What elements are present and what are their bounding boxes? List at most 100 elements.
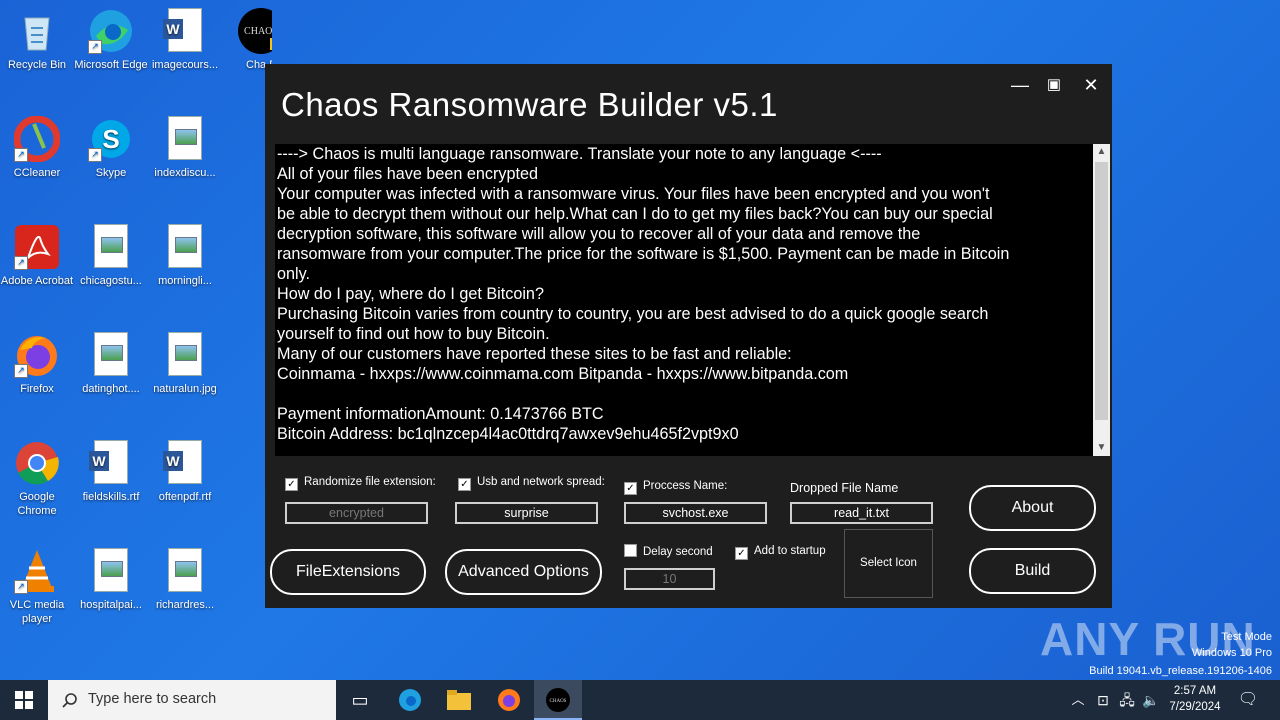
desktop-icon-morningli[interactable]: morningli...	[148, 224, 222, 288]
extension-input[interactable]: encrypted	[285, 502, 428, 524]
word-doc-icon: W	[162, 8, 208, 54]
usb-spread-checkbox[interactable]: ✓ Usb and network spread:	[458, 476, 605, 491]
close-button[interactable]: ✕	[1076, 74, 1106, 96]
image-file-icon	[162, 332, 208, 378]
build-button[interactable]: Build	[969, 548, 1096, 594]
note-line: be able to decrypt them without our help…	[277, 205, 993, 223]
test-mode-text: Test Mode	[1221, 631, 1272, 643]
checkmark-icon: ✓	[735, 547, 748, 560]
word-doc-icon: W	[88, 440, 134, 486]
process-name-input[interactable]: svchost.exe	[624, 502, 767, 524]
checkmark-icon: ✓	[458, 478, 471, 491]
scroll-up-icon[interactable]: ▲	[1093, 144, 1110, 160]
note-line: All of your files have been encrypted	[277, 165, 538, 183]
skype-icon: S ↗	[88, 116, 134, 162]
ransom-note-textarea[interactable]: ----> Chaos is multi language ransomware…	[275, 144, 1093, 456]
spread-name-input[interactable]: surprise	[455, 502, 598, 524]
select-icon-button[interactable]: Select Icon	[844, 529, 933, 598]
network-icon[interactable]: 🖧	[1116, 680, 1138, 720]
checkmark-icon: ✓	[624, 482, 637, 495]
build-text: Build 19041.vb_release.191206-1406	[1089, 665, 1272, 677]
taskbar-chaos-icon[interactable]: CHAOS	[534, 680, 582, 720]
about-button[interactable]: About	[969, 485, 1096, 531]
chaos-builder-window: Chaos Ransomware Builder v5.1 — ▣ ✕ ----…	[265, 64, 1112, 608]
dropped-file-label: Dropped File Name	[790, 481, 899, 495]
desktop-icon-chicagostu[interactable]: chicagostu...	[74, 224, 148, 288]
note-line: only.	[277, 265, 310, 283]
volume-icon[interactable]: 🔈	[1140, 680, 1162, 720]
add-to-startup-checkbox[interactable]: ✓ Add to startup	[735, 545, 826, 560]
desktop-icon-chrome[interactable]: Google Chrome	[0, 440, 74, 518]
maximize-button[interactable]: ▣	[1039, 74, 1069, 96]
image-file-icon	[162, 116, 208, 162]
desktop-icon-oftenpdf[interactable]: W oftenpdf.rtf	[148, 440, 222, 504]
svg-text:CHAOS: CHAOS	[244, 26, 272, 37]
note-line: Bitcoin Address: bc1qlnzcep4l4ac0ttdrq7a…	[277, 425, 739, 443]
dropped-file-input[interactable]: read_it.txt	[790, 502, 933, 524]
desktop-icon-fieldskills[interactable]: W fieldskills.rtf	[74, 440, 148, 504]
scroll-down-icon[interactable]: ▼	[1093, 440, 1110, 456]
taskbar-search-box[interactable]: Type here to search	[48, 680, 336, 720]
task-view-icon[interactable]: ▭	[336, 680, 384, 720]
scroll-thumb[interactable]	[1095, 162, 1108, 420]
ccleaner-icon: ↗	[13, 115, 61, 163]
notifications-icon[interactable]: 🗨	[1232, 680, 1264, 720]
taskbar: Type here to search ▭ CHAOS ︿ ⊡ 🖧 🔈 🗨	[0, 680, 1280, 720]
desktop-icon-chaos[interactable]: CHAOS Cha Ransom	[224, 8, 272, 72]
chevron-up-icon[interactable]: ︿	[1066, 680, 1090, 720]
desktop-icon-recycle-bin[interactable]: Recycle Bin	[0, 8, 74, 72]
advanced-options-button[interactable]: Advanced Options	[445, 549, 602, 595]
taskbar-clock[interactable]: 2:57 AM 7/29/2024	[1162, 683, 1228, 715]
note-line: Coinmama - hxxps://www.coinmama.com Bitp…	[277, 365, 849, 383]
image-file-icon	[162, 548, 208, 594]
note-line: Your computer was infected with a ransom…	[277, 185, 990, 203]
note-line: ransomware from your computer.The price …	[277, 245, 1010, 263]
clock-date: 7/29/2024	[1169, 701, 1221, 713]
process-name-checkbox[interactable]: ✓ Proccess Name:	[624, 480, 727, 495]
device-icon[interactable]: ⊡	[1092, 680, 1114, 720]
desktop-icon-richardres[interactable]: richardres...	[148, 548, 222, 612]
desktop-icon-datinghot[interactable]: datinghot....	[74, 332, 148, 396]
note-scrollbar[interactable]: ▲ ▼	[1093, 144, 1110, 456]
search-icon	[62, 693, 77, 708]
vlc-icon: ↗	[14, 548, 60, 594]
chrome-icon	[14, 440, 60, 486]
desktop-icon-imagecours[interactable]: W imagecours...	[148, 8, 222, 72]
desktop-icon-ccleaner[interactable]: ↗ CCleaner	[0, 115, 74, 180]
desktop-icon-indexdiscu[interactable]: indexdiscu...	[148, 116, 222, 180]
minimize-button[interactable]: —	[1005, 74, 1035, 96]
desktop-icon-acrobat[interactable]: ↗ Adobe Acrobat	[0, 224, 74, 288]
desktop-icon-firefox[interactable]: ↗ Firefox	[0, 332, 74, 396]
firefox-icon: ↗	[14, 332, 60, 378]
recycle-bin-icon	[14, 8, 60, 54]
clock-time: 2:57 AM	[1173, 685, 1217, 697]
image-file-icon	[162, 224, 208, 270]
windows-logo-icon	[15, 691, 33, 709]
delay-second-checkbox[interactable]: Delay second	[624, 544, 713, 558]
note-line	[277, 384, 1091, 404]
edge-icon: ↗	[88, 8, 134, 54]
shortcut-arrow-icon: ↗	[14, 580, 28, 594]
desktop-icon-naturalun[interactable]: naturalun.jpg	[148, 332, 222, 396]
desktop-icon-hospitalpai[interactable]: hospitalpai...	[74, 548, 148, 612]
shortcut-arrow-icon: ↗	[14, 148, 28, 162]
note-line: yourself to find out how to buy Bitcoin.	[277, 325, 550, 343]
taskbar-explorer-icon[interactable]	[435, 680, 483, 720]
desktop-icon-skype[interactable]: S ↗ Skype	[74, 116, 148, 180]
shortcut-arrow-icon: ↗	[88, 40, 102, 54]
taskbar-edge-icon[interactable]	[386, 680, 434, 720]
start-button[interactable]	[0, 680, 48, 720]
note-line: Purchasing Bitcoin varies from country t…	[277, 305, 989, 323]
note-line: Payment informationAmount: 0.1473766 BTC	[277, 405, 604, 423]
file-extensions-button[interactable]: FileExtensions	[270, 549, 426, 595]
note-line: ----> Chaos is multi language ransomware…	[277, 145, 882, 163]
desktop-icon-vlc[interactable]: ↗ VLC media player	[0, 548, 74, 626]
shortcut-arrow-icon: ↗	[14, 364, 28, 378]
taskbar-firefox-icon[interactable]	[485, 680, 533, 720]
shortcut-arrow-icon: ↗	[88, 148, 102, 162]
word-doc-icon: W	[162, 440, 208, 486]
desktop-icon-edge[interactable]: ↗ Microsoft Edge	[74, 8, 148, 72]
randomize-extension-checkbox[interactable]: ✓ Randomize file extension:	[285, 476, 436, 491]
svg-text:S: S	[102, 124, 119, 154]
delay-seconds-input[interactable]: 10	[624, 568, 715, 590]
